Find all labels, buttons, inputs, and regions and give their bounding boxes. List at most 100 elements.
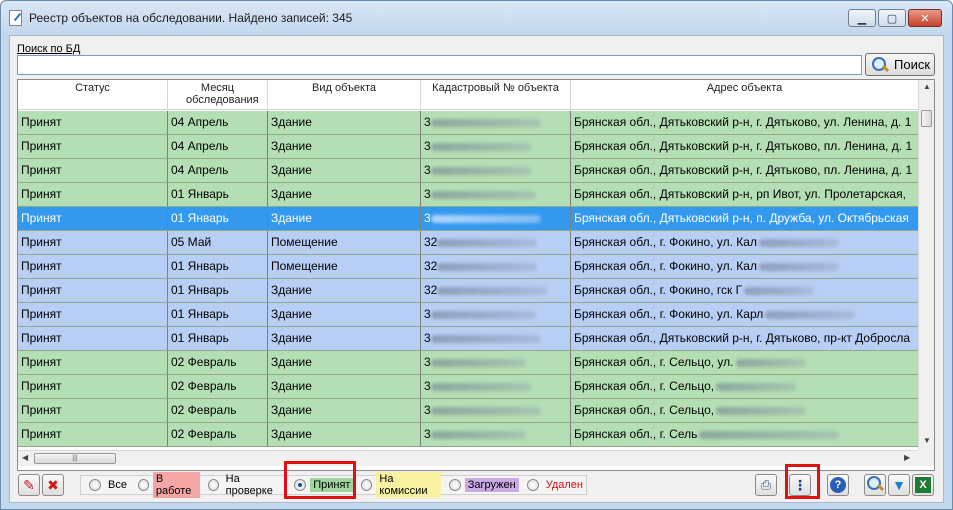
filter-radio-5[interactable]: Загружен — [448, 478, 519, 492]
table-row[interactable]: Принят 01 Январь Здание 3 Брянская обл., г. … — [18, 303, 918, 327]
table-row[interactable]: Принят 02 Февраль Здание 3 Брянская обл., г.… — [18, 351, 918, 375]
redacted-address — [758, 262, 839, 271]
table-row[interactable]: Принят 05 Май Помещение 32 Брянская обл., г.… — [18, 231, 918, 255]
filter-label: Принят — [310, 478, 354, 492]
radio-button[interactable] — [294, 479, 307, 491]
help-button[interactable]: ? — [827, 474, 849, 496]
maximize-button[interactable]: ▢ — [878, 9, 906, 27]
pencil-icon: ✎ — [23, 476, 35, 493]
cell-type: Здание — [268, 183, 421, 206]
cell-month: 04 Апрель — [168, 135, 268, 158]
radio-button[interactable] — [526, 479, 539, 491]
cell-type: Здание — [268, 423, 421, 446]
filter-button[interactable]: ▼ — [888, 474, 910, 496]
cell-type: Здание — [268, 279, 421, 302]
cell-type: Здание — [268, 351, 421, 374]
cell-cadastral: 3 — [421, 399, 571, 422]
cell-status: Принят — [18, 351, 168, 374]
search-input[interactable] — [17, 55, 862, 75]
cell-type: Помещение — [268, 231, 421, 254]
redacted-cadastral — [430, 406, 541, 415]
filter-radio-2[interactable]: На проверке — [207, 472, 287, 498]
cell-address: Брянская обл., Дятьковский р-н, рп Ивот,… — [574, 187, 906, 201]
horizontal-scroll-thumb[interactable]: ||| — [34, 453, 116, 464]
scroll-up-icon[interactable]: ▲ — [923, 82, 931, 91]
cell-status: Принят — [18, 183, 168, 206]
vertical-scrollbar[interactable]: ▲ ▼ — [918, 80, 934, 450]
column-header-type[interactable]: Вид объекта — [268, 80, 421, 110]
filter-radio-6[interactable]: Удален — [526, 478, 586, 492]
redacted-cadastral — [437, 238, 538, 247]
table-row[interactable]: Принят 02 Февраль Здание 3 Брянская обл., г.… — [18, 399, 918, 423]
cell-type: Здание — [268, 327, 421, 350]
cell-month: 01 Январь — [168, 183, 268, 206]
radio-button[interactable] — [207, 479, 219, 491]
cell-address: Брянская обл., г. Сельцо, ул. — [571, 351, 918, 374]
title-bar[interactable]: Реестр объектов на обследовании. Найдено… — [1, 1, 952, 35]
filter-radio-0[interactable]: Все — [89, 478, 130, 492]
cell-month: 01 Январь — [168, 279, 268, 302]
table-row[interactable]: Принят 01 Январь Здание 3 Брянская обл., Дят… — [18, 207, 918, 231]
table-row[interactable]: Принят 01 Январь Здание 3 Брянская обл., Дят… — [18, 183, 918, 207]
search-button[interactable]: Поиск — [865, 53, 935, 76]
cell-status: Принят — [18, 231, 168, 254]
delete-button[interactable]: ✖ — [42, 474, 64, 496]
column-header-address[interactable]: Адрес объекта — [571, 80, 918, 110]
column-header-status[interactable]: Статус — [18, 80, 168, 110]
table-row[interactable]: Принят 01 Январь Помещение 32 Брянская обл.,… — [18, 255, 918, 279]
table-row[interactable]: Принят 04 Апрель Здание 3 Брянская обл., Дят… — [18, 111, 918, 135]
filter-radio-1[interactable]: В работе — [137, 472, 200, 498]
cell-month: 01 Январь — [168, 207, 268, 230]
columns-menu-button[interactable]: ⋮ — [789, 474, 811, 496]
excel-icon: X — [915, 477, 931, 493]
close-button[interactable]: ✕ — [908, 9, 942, 27]
print-button[interactable]: ⎙ — [755, 474, 777, 496]
cell-cadastral: 3 — [421, 135, 571, 158]
cell-status: Принят — [18, 279, 168, 302]
vertical-scroll-thumb[interactable] — [921, 110, 932, 127]
search-button-label: Поиск — [894, 57, 931, 72]
magnifier-icon — [866, 476, 884, 494]
redacted-cadastral — [430, 358, 526, 367]
redacted-cadastral — [430, 214, 541, 223]
radio-button[interactable] — [137, 479, 149, 491]
redacted-cadastral — [430, 142, 531, 151]
cell-month: 01 Январь — [168, 303, 268, 326]
cell-status: Принят — [18, 327, 168, 350]
window-title: Реестр объектов на обследовании. Найдено… — [29, 11, 353, 25]
cell-address: Брянская обл., Дятьковский р-н, г. Дятьк… — [574, 331, 911, 345]
minimize-button[interactable]: ▁ — [848, 9, 876, 27]
table-row[interactable]: Принят 02 Февраль Здание 3 Брянская обл., г.… — [18, 423, 918, 447]
scroll-left-icon[interactable]: ◀ — [22, 453, 28, 462]
cell-month: 04 Апрель — [168, 111, 268, 134]
cell-status: Принят — [18, 159, 168, 182]
redacted-address — [716, 382, 797, 391]
filter-radio-4[interactable]: На комиссии — [361, 472, 441, 498]
radio-button[interactable] — [89, 479, 101, 491]
cell-cadastral: 3 — [421, 111, 571, 134]
radio-button[interactable] — [361, 479, 373, 491]
kebab-menu-icon: ⋮ — [793, 476, 807, 493]
filter-label: В работе — [152, 472, 200, 498]
redacted-address — [699, 430, 840, 439]
table-row[interactable]: Принят 02 Февраль Здание 3 Брянская обл., г.… — [18, 375, 918, 399]
table-row[interactable]: Принят 01 Январь Здание 32 Брянская обл., г.… — [18, 279, 918, 303]
table-row[interactable]: Принят 04 Апрель Здание 3 Брянская обл., Дят… — [18, 159, 918, 183]
cell-address: Брянская обл., Дятьковский р-н, г. Дятьк… — [574, 115, 912, 129]
redacted-cadastral — [430, 310, 536, 319]
table-row[interactable]: Принят 04 Апрель Здание 3 Брянская обл., Дят… — [18, 135, 918, 159]
cell-cadastral: 32 — [421, 279, 571, 302]
table-row[interactable]: Принят 01 Январь Здание 3 Брянская обл., Дят… — [18, 327, 918, 351]
column-header-cadastral[interactable]: Кадастровый № объекта — [421, 80, 571, 110]
find-button[interactable] — [864, 474, 886, 496]
scroll-down-icon[interactable]: ▼ — [923, 436, 931, 445]
scroll-right-icon[interactable]: ▶ — [904, 453, 910, 462]
edit-button[interactable]: ✎ — [18, 474, 40, 496]
cell-type: Здание — [268, 399, 421, 422]
redacted-cadastral — [430, 334, 541, 343]
export-excel-button[interactable]: X — [912, 474, 934, 496]
horizontal-scrollbar[interactable]: ◀ ||| ▶ — [18, 450, 918, 466]
radio-button[interactable] — [448, 479, 461, 491]
column-header-month[interactable]: Месяц обследования — [168, 80, 268, 110]
filter-radio-3[interactable]: Принят — [294, 478, 354, 492]
